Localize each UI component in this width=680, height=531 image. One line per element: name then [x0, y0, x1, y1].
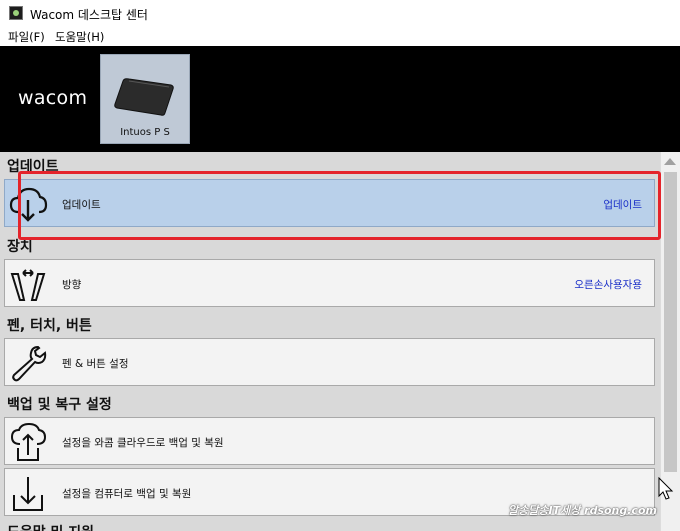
row-pen-button-settings[interactable]: 펜 & 버튼 설정 [4, 338, 655, 386]
menu-file[interactable]: 파일(F) [8, 29, 45, 45]
tablet-icon [114, 78, 174, 116]
row-label-pen-buttons: 펜 & 버튼 설정 [62, 358, 129, 370]
scroll-up-icon[interactable] [664, 158, 676, 165]
row-orientation[interactable]: 방향 오른손사용자용 [4, 259, 655, 307]
menu-help[interactable]: 도움말(H) [55, 29, 104, 45]
row-label-orientation: 방향 [62, 279, 82, 291]
pen-orientation-icon [10, 269, 46, 301]
section-title-pen-touch: 펜, 터치, 버튼 [7, 318, 92, 334]
section-title-backup: 백업 및 복구 설정 [7, 397, 112, 413]
menu-bar: 파일(F) 도움말(H) [0, 26, 680, 46]
row-cloud-backup[interactable]: 설정을 와콤 클라우드로 백업 및 복원 [4, 417, 655, 465]
section-title-help: 도움말 및 지원 [7, 522, 94, 531]
row-label-computer-backup: 설정을 컴퓨터로 백업 및 복원 [62, 488, 192, 500]
device-tile-intuos[interactable]: Intuos P S [100, 54, 190, 144]
device-bar: wacom Intuos P S [0, 46, 680, 152]
download-tray-icon [13, 477, 43, 511]
app-icon [9, 6, 23, 20]
cloud-upload-icon [10, 422, 47, 461]
window-title: Wacom 데스크탑 센터 [30, 8, 148, 22]
wacom-logo: wacom [18, 87, 88, 109]
wrench-icon [12, 345, 47, 382]
watermark: 알송달송IT세상 rdsong.com [508, 504, 657, 517]
row-label-cloud-backup: 설정을 와콤 클라우드로 백업 및 복원 [62, 437, 224, 449]
device-name: Intuos P S [120, 127, 170, 138]
scroll-thumb[interactable] [664, 172, 677, 472]
title-bar: Wacom 데스크탑 센터 [0, 0, 680, 26]
highlight-box [18, 171, 661, 240]
orientation-value[interactable]: 오른손사용자용 [574, 277, 642, 292]
mouse-cursor-icon [658, 477, 674, 500]
vertical-scrollbar[interactable] [660, 152, 680, 531]
